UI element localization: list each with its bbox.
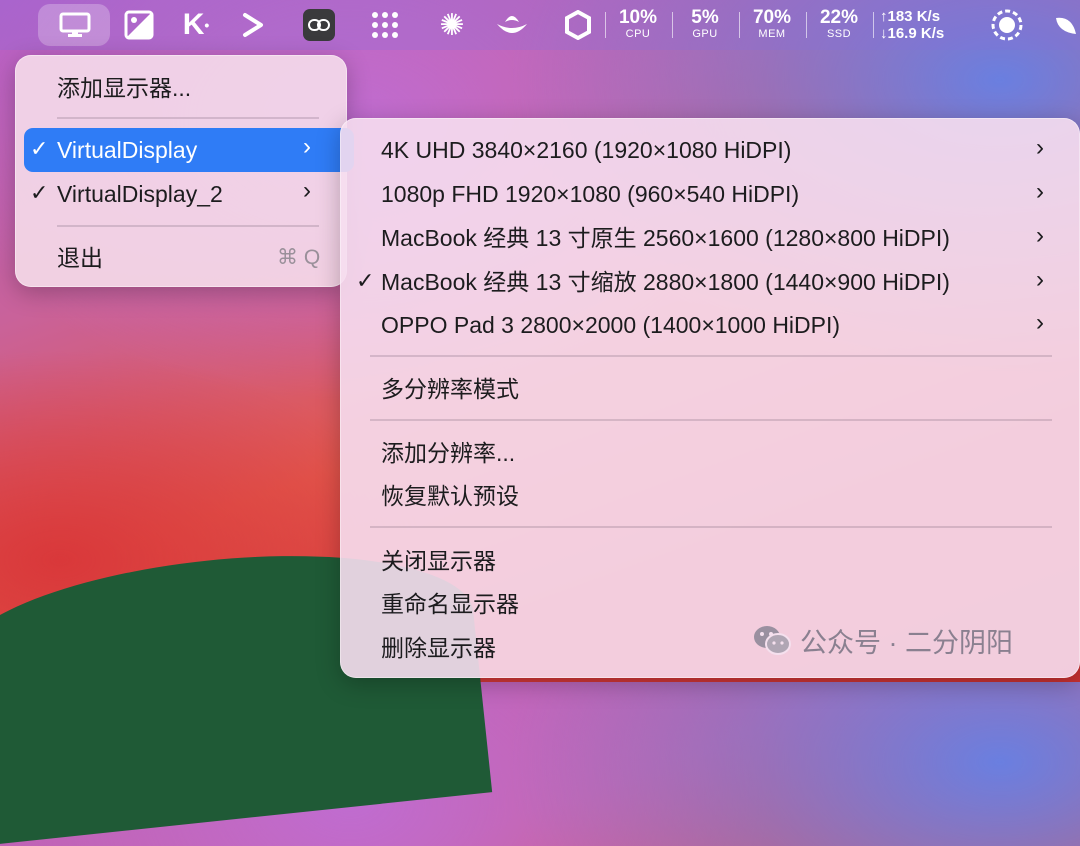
k-app-icon[interactable]: K •	[176, 0, 216, 50]
prompt-icon[interactable]	[236, 0, 270, 50]
checkmark-icon: ✓	[356, 268, 375, 293]
resolution-1080p-item[interactable]: 1080p FHD 1920×1080 (960×540 HiDPI)	[381, 174, 799, 214]
menu-divider	[370, 526, 1052, 528]
download-speed: ↓16.9 K/s	[880, 25, 945, 42]
virtual-display-label: VirtualDisplay	[57, 137, 198, 163]
wechat-icon	[754, 626, 791, 655]
brightness-icon[interactable]	[120, 0, 158, 50]
sparkle-icon[interactable]: ✺	[432, 0, 472, 50]
close-display-item[interactable]: 关闭显示器	[381, 541, 496, 581]
menu-divider	[370, 419, 1052, 421]
restore-defaults-item[interactable]: 恢复默认预设	[381, 476, 519, 516]
multi-resolution-item[interactable]: 多分辨率模式	[381, 369, 519, 409]
resolution-macbook-native-item[interactable]: MacBook 经典 13 寸原生 2560×1600 (1280×800 Hi…	[381, 218, 950, 258]
divider	[605, 12, 606, 38]
chevron-right-icon: ›	[1036, 134, 1044, 161]
chevron-right-icon: ›	[1036, 222, 1044, 249]
cpu-stat[interactable]: 10% CPU	[610, 7, 666, 41]
menu-divider	[57, 225, 319, 227]
record-icon[interactable]	[986, 0, 1028, 50]
menu-divider	[57, 117, 319, 119]
mem-stat[interactable]: 70% MEM	[744, 7, 800, 41]
display-icon[interactable]	[55, 0, 95, 50]
ssd-label: SSD	[826, 28, 852, 40]
cpu-value: 10%	[618, 7, 658, 28]
mem-value: 70%	[752, 7, 792, 28]
add-display-item[interactable]: 添加显示器...	[57, 68, 191, 108]
leaf-app-icon[interactable]	[492, 0, 532, 50]
upload-speed: ↑183 K/s	[880, 8, 941, 25]
resolution-macbook-scaled-item[interactable]: MacBook 经典 13 寸缩放 2880×1800 (1440×900 Hi…	[381, 262, 950, 302]
menu-bar: K • ✺ 10% CPU 5% GPU 70% MEM 22% SSD ↑183…	[0, 0, 1080, 50]
chevron-right-icon: ›	[1036, 178, 1044, 205]
chevron-right-icon: ›	[303, 133, 311, 160]
network-stat[interactable]: ↑183 K/s ↓16.9 K/s	[880, 8, 944, 42]
display-dropdown-menu: 添加显示器... ✓ VirtualDisplay › ✓ VirtualDis…	[15, 55, 354, 287]
dots-grid-icon[interactable]	[365, 0, 405, 50]
delete-display-item[interactable]: 删除显示器	[381, 628, 496, 668]
gpu-value: 5%	[691, 7, 719, 28]
checkmark-icon: ✓	[30, 180, 49, 205]
quit-shortcut: ⌘ Q	[277, 246, 321, 269]
rename-display-item[interactable]: 重命名显示器	[381, 584, 519, 624]
hexagon-icon[interactable]	[558, 0, 598, 50]
chevron-right-icon: ›	[1036, 266, 1044, 293]
link-app-icon[interactable]	[300, 0, 338, 50]
watermark: 公众号 · 二分阴阳	[752, 620, 1013, 660]
divider	[873, 12, 874, 38]
virtual-display-submenu: 4K UHD 3840×2160 (1920×1080 HiDPI) › 108…	[340, 118, 1080, 678]
ssd-value: 22%	[819, 7, 859, 28]
gpu-label: GPU	[692, 28, 718, 40]
resolution-4k-item[interactable]: 4K UHD 3840×2160 (1920×1080 HiDPI)	[381, 130, 791, 170]
divider	[739, 12, 740, 38]
cpu-label: CPU	[625, 28, 651, 40]
menu-divider	[370, 355, 1052, 357]
chevron-right-icon: ›	[1036, 309, 1044, 336]
divider	[806, 12, 807, 38]
mem-label: MEM	[758, 28, 786, 40]
watermark-text: 公众号 · 二分阴阳	[800, 627, 1013, 658]
divider	[672, 12, 673, 38]
quit-item[interactable]: 退出	[57, 238, 103, 278]
virtual-display-2-item[interactable]: VirtualDisplay_2	[57, 174, 223, 214]
gpu-stat[interactable]: 5% GPU	[677, 7, 733, 41]
chevron-right-icon: ›	[303, 177, 311, 204]
resolution-oppo-pad-item[interactable]: OPPO Pad 3 2800×2000 (1400×1000 HiDPI)	[381, 305, 840, 345]
checkmark-icon: ✓	[30, 136, 49, 161]
ssd-stat[interactable]: 22% SSD	[811, 7, 867, 41]
add-resolution-item[interactable]: 添加分辨率...	[381, 433, 515, 473]
petal-icon[interactable]	[1052, 0, 1080, 50]
